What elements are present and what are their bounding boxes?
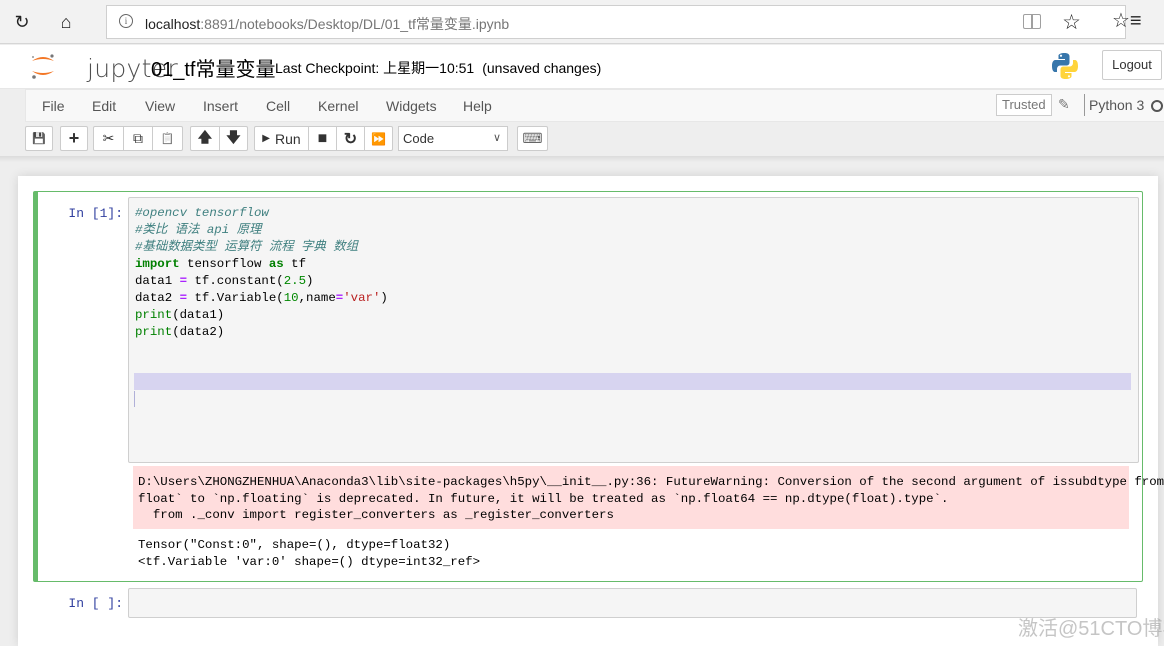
input-prompt: In [1]: (68, 206, 123, 221)
last-checkpoint: Last Checkpoint: 上星期一10:51 (275, 60, 475, 76)
interrupt-button[interactable]: ■ (308, 126, 337, 151)
stderr-line: from ._conv import register_converters a… (138, 508, 614, 522)
stderr-line: D:\Users\ZHONGZHENHUA\Anaconda3\lib\site… (138, 475, 1164, 489)
cut-button[interactable]: ✂ (93, 126, 124, 151)
info-icon[interactable]: i (119, 14, 133, 28)
browser-toolbar: ↻ ⌂ i localhost:8891/notebooks/Desktop/D… (0, 0, 1164, 44)
menu-file[interactable]: File (42, 98, 65, 114)
jupyter-header: jupyter 01_tf常量变量 Last Checkpoint: 上星期一1… (0, 45, 1164, 89)
notebook-name[interactable]: 01_tf常量变量 (151, 53, 275, 82)
code-line: print(data1) (135, 308, 225, 322)
autosave-status: (unsaved changes) (482, 60, 602, 76)
url-text[interactable]: localhost:8891/notebooks/Desktop/DL/01_t… (145, 14, 509, 34)
stdout-line: Tensor("Const:0", shape=(), dtype=float3… (138, 538, 451, 552)
command-palette-button[interactable]: ⌨ (517, 126, 548, 151)
empty-code-cell[interactable] (128, 588, 1137, 618)
move-down-button[interactable]: 🡇 (219, 126, 248, 151)
kernel-idle-icon (1151, 100, 1163, 112)
code-line: #类比 语法 api 原理 (135, 223, 262, 237)
code-content: #opencv tensorflow #类比 语法 api 原理 #基础数据类型… (135, 205, 388, 341)
save-icon: 💾 (32, 133, 46, 145)
stderr-line: float` to `np.floating` is deprecated. I… (138, 491, 949, 506)
empty-cell-prompt: In [ ]: (68, 596, 123, 611)
copy-button[interactable]: ⧉ (123, 126, 153, 151)
stderr-output: D:\Users\ZHONGZHENHUA\Anaconda3\lib\site… (133, 466, 1164, 529)
code-line: import tensorflow as tf (135, 257, 307, 271)
plus-icon: + (68, 128, 80, 148)
windows-activation-watermark: 激活@51CTO博客 Windows (1018, 618, 1164, 640)
cell-type-select[interactable]: Code ∨ (398, 126, 508, 151)
address-bar[interactable]: i localhost:8891/notebooks/Desktop/DL/01… (106, 5, 1126, 39)
python-logo-icon (1052, 53, 1078, 79)
paste-icon: 📋 (160, 133, 175, 145)
move-up-button[interactable]: 🡅 (190, 126, 220, 151)
code-line: data2 = tf.Variable(10,name='var') (135, 291, 388, 305)
selected-line (134, 373, 1131, 390)
paste-button[interactable]: 📋 (152, 126, 183, 151)
kernel-name[interactable]: Python 3 (1089, 97, 1144, 113)
menu-kernel[interactable]: Kernel (318, 98, 358, 114)
chevron-down-icon: ∨ (492, 132, 501, 144)
menu-insert[interactable]: Insert (203, 98, 238, 114)
notebook-container: In [1]: #opencv tensorflow #类比 语法 api 原理… (18, 176, 1164, 646)
edit-mode-pencil-icon: ✎ (1058, 96, 1070, 112)
menu-widgets[interactable]: Widgets (386, 98, 437, 114)
keyboard-icon: ⌨ (522, 130, 543, 146)
url-path: :8891/notebooks/Desktop/DL/01_tf常量变量.ipy… (200, 16, 510, 32)
code-cell-selected[interactable]: In [1]: #opencv tensorflow #类比 语法 api 原理… (33, 191, 1164, 582)
code-line: print(data2) (135, 325, 225, 339)
favorite-star-icon[interactable]: ☆ (1062, 10, 1081, 35)
header-shadow (0, 156, 1164, 162)
menu-view[interactable]: View (145, 98, 175, 114)
copy-icon: ⧉ (133, 130, 143, 146)
restart-button[interactable]: ↻ (336, 126, 365, 151)
refresh-icon[interactable]: ↻ (10, 10, 34, 34)
run-button[interactable]: ▶ Run (254, 126, 309, 151)
code-line: #opencv tensorflow (135, 206, 269, 220)
arrow-up-icon: 🡅 (197, 128, 213, 145)
menu-edit[interactable]: Edit (92, 98, 116, 114)
code-line: data1 = tf.constant(2.5) (135, 274, 314, 288)
logout-button[interactable]: Logout (1102, 50, 1162, 80)
favorites-list-icon[interactable]: ☆≡ (1112, 8, 1142, 33)
stdout-output: Tensor("Const:0", shape=(), dtype=float3… (138, 537, 480, 571)
arrow-down-icon: 🡇 (226, 128, 241, 145)
stdout-line: <tf.Variable 'var:0' shape=() dtype=int3… (138, 555, 481, 569)
home-icon[interactable]: ⌂ (54, 10, 78, 34)
run-label: Run (275, 130, 301, 147)
url-host: localhost (145, 16, 201, 32)
menubar: File Edit View Insert Cell Kernel Widget… (25, 89, 1164, 122)
fast-forward-icon: ⏩ (371, 131, 386, 146)
menu-cell[interactable]: Cell (266, 98, 290, 114)
code-line: #基础数据类型 运算符 流程 字典 数组 (135, 240, 359, 254)
save-button[interactable]: 💾 (25, 126, 53, 151)
jupyter-logo-icon (32, 54, 54, 79)
scissors-icon: ✂ (102, 130, 115, 146)
reader-view-icon[interactable] (1023, 14, 1041, 29)
menu-help[interactable]: Help (463, 98, 492, 114)
insert-cell-button[interactable]: + (60, 126, 88, 151)
checkpoint-status: Last Checkpoint: 上星期一10:51 (unsaved chang… (275, 58, 601, 78)
text-cursor (134, 391, 135, 407)
stop-icon: ■ (317, 129, 328, 147)
step-forward-icon: ▶ (262, 133, 270, 144)
cell-type-value: Code (403, 131, 435, 146)
jupyter-logo[interactable]: jupyter (28, 51, 178, 83)
kernel-divider (1084, 94, 1085, 116)
restart-run-all-button[interactable]: ⏩ (364, 126, 393, 151)
trusted-indicator[interactable]: Trusted (996, 94, 1052, 116)
code-editor[interactable]: #opencv tensorflow #类比 语法 api 原理 #基础数据类型… (128, 197, 1139, 463)
restart-icon: ↻ (343, 130, 358, 148)
